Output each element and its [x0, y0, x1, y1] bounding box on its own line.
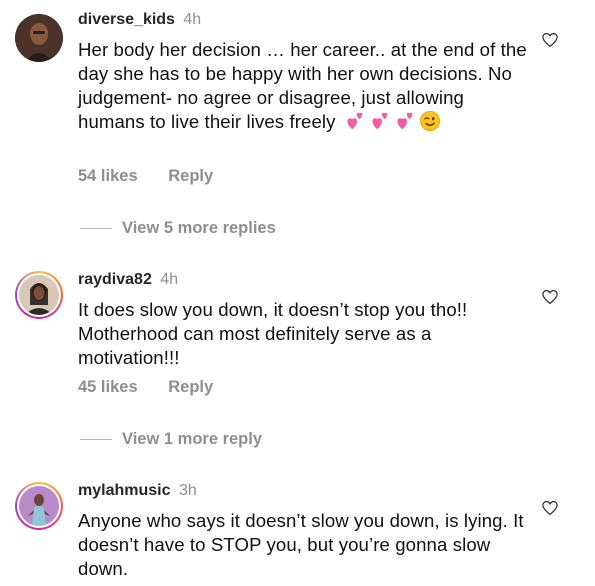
comment-header: raydiva82 4h: [78, 271, 178, 289]
reply-button[interactable]: Reply: [168, 167, 213, 185]
comment-header: mylahmusic 3h: [78, 482, 197, 500]
avatar-ring-inner: [17, 484, 61, 528]
comment-text: Her body her decision … her career.. at …: [78, 39, 527, 132]
view-replies-label: View 5 more replies: [122, 219, 276, 237]
comment-meta: 45 likes Reply: [78, 378, 213, 397]
view-replies-button[interactable]: View 1 more reply: [80, 430, 262, 449]
two-hearts-emoji: [347, 112, 363, 130]
divider-line: [80, 228, 112, 230]
comment-meta: 54 likes Reply: [78, 167, 213, 186]
reply-button[interactable]: Reply: [168, 378, 213, 396]
comment-text-block: Her body her decision … her career.. at …: [78, 38, 528, 134]
view-replies-button[interactable]: View 5 more replies: [80, 219, 276, 238]
comment-time: 4h: [183, 11, 202, 28]
comment-username[interactable]: raydiva82: [78, 271, 152, 288]
divider-line: [80, 439, 112, 441]
heart-outline-icon[interactable]: [541, 288, 559, 306]
two-hearts-emoji: [397, 112, 413, 130]
comment-username[interactable]: mylahmusic: [78, 482, 170, 499]
comment-time: 3h: [178, 482, 197, 499]
likes-count[interactable]: 54 likes: [78, 167, 138, 185]
comment-text: Anyone who says it doesn’t slow you down…: [78, 510, 524, 579]
avatar-photo: [15, 14, 63, 62]
comment-text: It does slow you down, it doesn’t stop y…: [78, 299, 468, 368]
comment-username[interactable]: diverse_kids: [78, 11, 175, 28]
comment-header: diverse_kids 4h: [78, 11, 201, 29]
avatar-ring-inner: [17, 273, 61, 317]
view-replies-label: View 1 more reply: [122, 430, 263, 448]
avatar-photo: [19, 486, 59, 526]
two-hearts-emoji: [372, 112, 388, 130]
avatar[interactable]: [15, 14, 63, 62]
avatar[interactable]: [15, 271, 63, 319]
comment-text-block: Anyone who says it doesn’t slow you down…: [78, 509, 528, 581]
winking-face-emoji: [419, 111, 440, 131]
comment-text-block: It does slow you down, it doesn’t stop y…: [78, 298, 528, 370]
avatar[interactable]: [15, 482, 63, 530]
likes-count[interactable]: 45 likes: [78, 378, 138, 396]
avatar-photo: [19, 275, 59, 315]
heart-outline-icon[interactable]: [541, 31, 559, 49]
heart-outline-icon[interactable]: [541, 499, 559, 517]
comment-time: 4h: [160, 271, 179, 288]
